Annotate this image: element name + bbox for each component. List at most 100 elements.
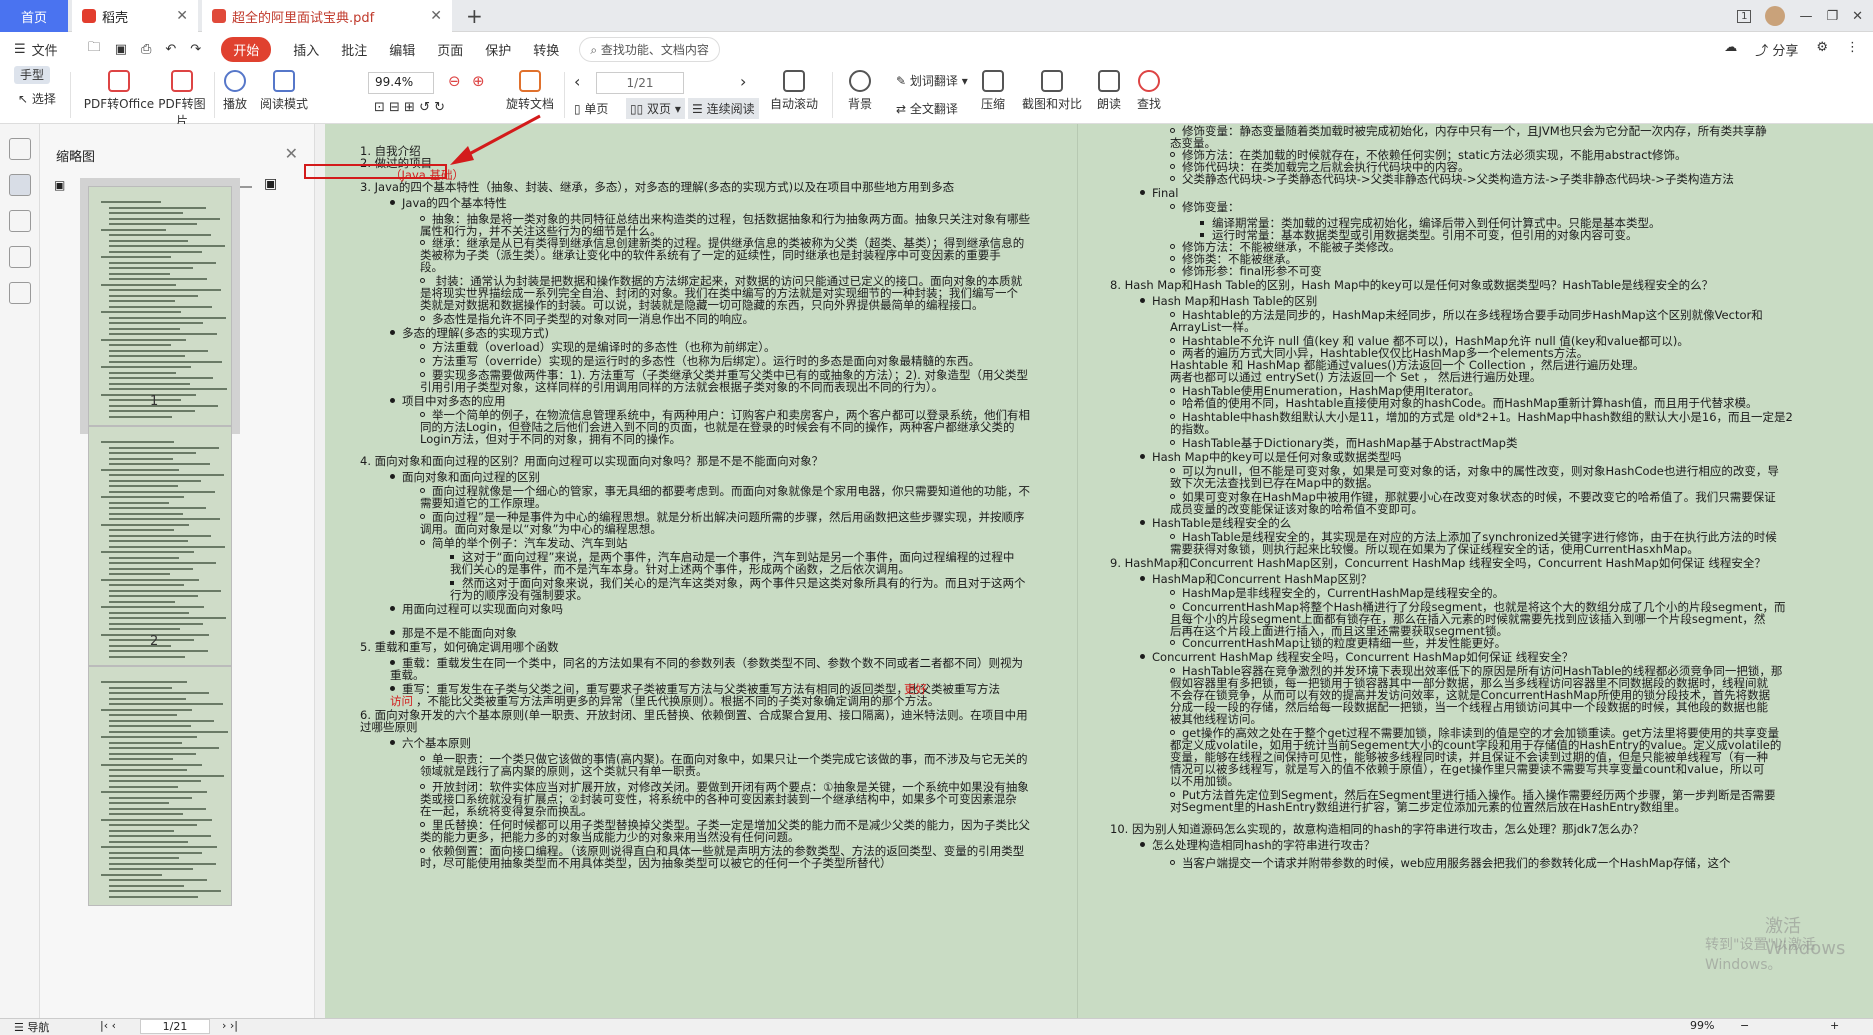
close-window-button[interactable]: ✕ [1852,9,1863,24]
find-button[interactable]: 查找 [1134,70,1164,112]
background-button[interactable]: 背景 [842,70,878,112]
hamburger-icon[interactable]: ☰ [14,42,26,57]
tab-home[interactable]: 首页 [0,0,68,32]
nav-icon[interactable]: ☰ 导航 [14,1019,49,1035]
next-page-icon[interactable]: › [740,72,746,91]
thumbnail-text-line [109,223,197,225]
bullet-icon [390,474,395,479]
word-translate-button[interactable]: ✎ 划词翻译 ▾ [896,72,968,89]
menu-page[interactable]: 页面 [437,40,463,59]
text-span: 哈希值的使用不同，Hashtable直接使用对象的hashCode。而HashM… [1182,396,1758,410]
first-page-icon[interactable]: |‹ ‹ [100,1019,116,1032]
document-view[interactable]: 1. 自我介绍 2. 做过的项目 （Java 基础） 3. Java的四个基本特性（抽… [325,124,1873,1018]
right-text-line: 致下次无法查找到已存在Map中的数据。 [1170,476,1378,491]
double-page-button[interactable]: ▯▯ 双页 ▾ [626,98,685,119]
thumbnail-page-1[interactable] [80,178,240,434]
print-icon[interactable]: ⎙ [141,42,151,57]
zoom-level[interactable]: 99% [1690,1019,1714,1032]
right-text-line: 两者也都可以通过 entrySet() 方法返回一个 Set ， 然后进行遍历处… [1170,370,1541,385]
thumbnail-page-3[interactable] [88,666,232,906]
nav-label: 导航 [27,1021,50,1034]
minimize-button[interactable]: — [1799,9,1812,24]
close-icon[interactable]: ✕ [176,8,188,24]
bullet-icon [1170,860,1175,865]
read-mode-button[interactable]: 阅读模式 [256,70,312,112]
select-tool-button[interactable]: ↖ 选择 [18,90,56,107]
thumbnail-text-line [109,890,221,892]
bullet-icon [1140,298,1145,303]
menu-annotate[interactable]: 批注 [341,40,367,59]
bullet-icon [1170,204,1175,209]
workspace-badge[interactable]: 1 [1737,9,1752,23]
comment-icon[interactable] [8,210,31,232]
file-menu[interactable]: 文件 [32,40,58,59]
thumbnail-text-line [109,333,217,335]
continuous-read-button[interactable]: ☰ 连续阅读 [688,98,759,119]
text-span: Hashtable的方法是同步的，HashMap未经同步，所以在多线程场合要手动… [1182,308,1763,322]
rotate-document-button[interactable]: 旋转文档 [502,70,558,112]
bullet-icon [420,316,425,321]
thumbnail-text-line [109,245,225,247]
new-tab-button[interactable]: + [466,4,483,28]
prev-page-icon[interactable]: ‹ [574,72,580,91]
right-text-line: HashTable基于Dictionary类，而HashMap基于Abstrac… [1170,436,1517,451]
bookmark-icon[interactable] [8,138,31,160]
thumbnail-page-2[interactable] [88,426,232,666]
left-text-line: 项目中对多态的应用 [390,394,506,409]
read-aloud-button[interactable]: 朗读 [1094,70,1124,112]
page-number-input[interactable]: 1/21 [596,72,684,94]
redo-icon[interactable]: ↷ [190,42,201,57]
play-button[interactable]: 播放 [220,70,250,112]
attachment-icon[interactable] [8,246,31,268]
screenshot-compare-button[interactable]: 截图和对比 [1020,70,1084,112]
maximize-button[interactable]: ❐ [1826,9,1838,24]
tab-start[interactable]: 开始 [221,36,272,62]
close-icon[interactable]: ✕ [430,8,442,24]
tab-document[interactable]: 超全的阿里面试宝典.pdf ✕ [202,0,452,32]
zoom-out-icon[interactable]: − [1740,1019,1749,1032]
open-folder-icon[interactable]: 🗀 [88,38,101,60]
signature-icon[interactable] [8,282,31,304]
settings-icon[interactable]: ⚙ [1816,40,1828,59]
share-button[interactable]: ⤴ 分享 [1755,40,1798,59]
text-span: 怎么处理构造相同hash的字符串进行攻击？ [1152,838,1376,852]
compress-label: 压缩 [980,97,1005,111]
full-translate-button[interactable]: ⇄ 全文翻译 [896,100,958,117]
thumbnail-text-line [109,556,179,559]
zoom-out-icon[interactable]: ⊖ [448,72,461,90]
save-icon[interactable]: ▣ [115,42,127,57]
text-span: 重载。 [390,668,425,682]
auto-scroll-button[interactable]: 自动滚动 [764,70,824,112]
bullet-icon [420,372,425,377]
cloud-icon[interactable]: ☁ [1724,40,1737,59]
tab-wps[interactable]: 稻壳 ✕ [72,0,198,32]
more-icon[interactable]: ⋮ [1846,40,1859,59]
zoom-select[interactable]: 99.4% [368,72,434,94]
zoom-in-icon[interactable]: ⊕ [472,72,485,90]
hand-tool-button[interactable]: 手型 [14,66,51,84]
close-icon[interactable]: ✕ [285,144,298,163]
avatar[interactable] [1765,6,1786,26]
single-page-button[interactable]: ▯ 单页 [574,100,608,117]
menu-insert[interactable]: 插入 [293,40,319,59]
menu-protect[interactable]: 保护 [485,40,511,59]
compress-button[interactable]: 压缩 [978,70,1008,112]
zoom-in-icon[interactable]: + [1830,1019,1839,1032]
double-page-label: 双页 [647,102,672,116]
pdf-to-image-button[interactable]: PDF转图片 [154,70,210,129]
menu-edit[interactable]: 编辑 [389,40,415,59]
last-page-icon[interactable]: › ›| [222,1019,238,1032]
text-span: ，不能比父类被重写方法声明更多的异常（里氏代换原则）。根据不同的子类对象确定调用… [416,694,940,708]
text-span: 时，尽可能使用抽象类型而不用具体类型，因为抽象类型可以被它的任何一个子类型所替代… [420,856,892,870]
pdf-to-office-button[interactable]: PDF转Office [76,70,162,112]
thumbnail-text-line [109,802,169,804]
menu-convert[interactable]: 转换 [533,40,559,59]
thumbnail-text-line [101,791,207,793]
pdf-icon [212,9,226,23]
fit-page-icon[interactable]: ⊡ ⊟ ⊞ ↺ ↻ [374,100,445,115]
undo-icon[interactable]: ↶ [165,42,176,57]
search-input[interactable]: ⌕ 查找功能、文档内容 [579,36,720,62]
thumbnail-icon[interactable] [8,174,31,196]
bullet-icon [420,344,425,349]
thumbnail-text-line [101,366,191,368]
